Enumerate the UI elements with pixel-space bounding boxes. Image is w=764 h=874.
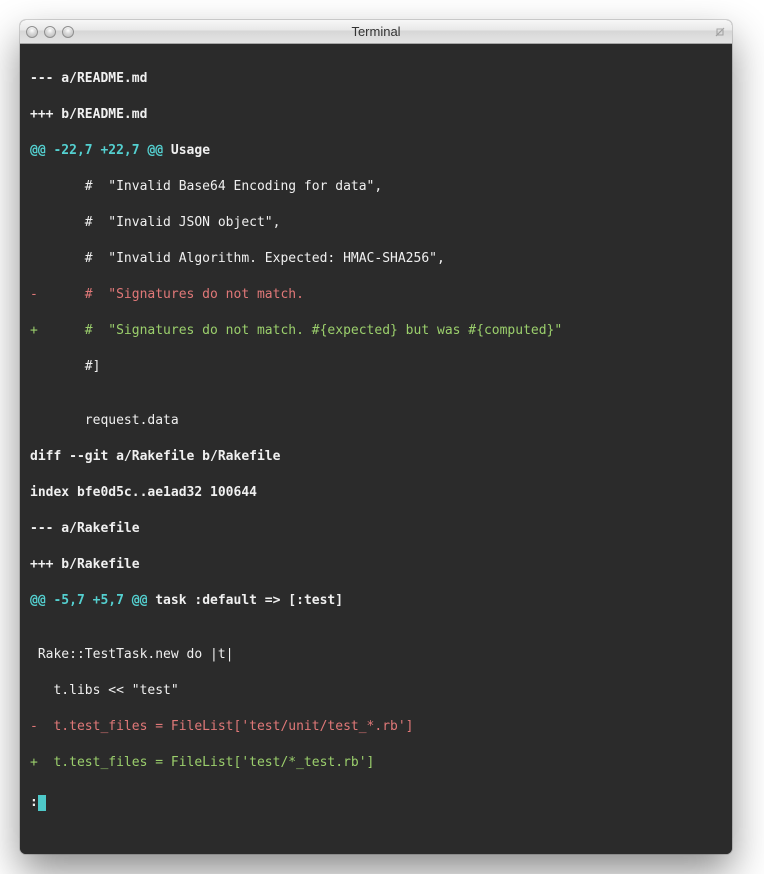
hunk-header: @@ -22,7 +22,7 @@ Usage [30,142,722,160]
diff-line: --- a/README.md [30,70,722,88]
prompt-colon: : [30,794,38,812]
zoom-button[interactable] [62,26,74,38]
titlebar[interactable]: Terminal [20,20,732,44]
terminal-window: Terminal --- a/README.md +++ b/README.md… [20,20,732,854]
hunk-range: @@ -22,7 +22,7 @@ [30,143,163,158]
removed-line: - # "Signatures do not match. [30,286,722,304]
diff-line: +++ b/README.md [30,106,722,124]
cursor [38,795,46,811]
terminal-output[interactable]: --- a/README.md +++ b/README.md @@ -22,7… [20,44,732,854]
removed-line: - t.test_files = FileList['test/unit/tes… [30,718,722,736]
context-line: t.libs << "test" [30,682,722,700]
context-line: Rake::TestTask.new do |t| [30,646,722,664]
index-line: index bfe0d5c..ae1ad32 100644 [30,484,722,502]
diff-cmd: diff --git a/Rakefile b/Rakefile [30,448,722,466]
close-button[interactable] [26,26,38,38]
diff-line: --- a/Rakefile [30,520,722,538]
pager-prompt[interactable]: : [30,794,722,812]
context-line: # "Invalid Base64 Encoding for data", [30,178,722,196]
context-line: # "Invalid JSON object", [30,214,722,232]
context-line: # "Invalid Algorithm. Expected: HMAC-SHA… [30,250,722,268]
hunk-context: task :default => [:test] [147,593,343,608]
traffic-lights [26,26,74,38]
hunk-header: @@ -5,7 +5,7 @@ task :default => [:test] [30,592,722,610]
diff-line: +++ b/Rakefile [30,556,722,574]
hunk-range: @@ -5,7 +5,7 @@ [30,593,147,608]
resize-icon[interactable] [714,26,726,38]
context-line: #] [30,358,722,376]
added-line: + # "Signatures do not match. #{expected… [30,322,722,340]
context-line: request.data [30,412,722,430]
hunk-context: Usage [163,143,210,158]
added-line: + t.test_files = FileList['test/*_test.r… [30,754,722,772]
window-title: Terminal [20,20,732,44]
minimize-button[interactable] [44,26,56,38]
